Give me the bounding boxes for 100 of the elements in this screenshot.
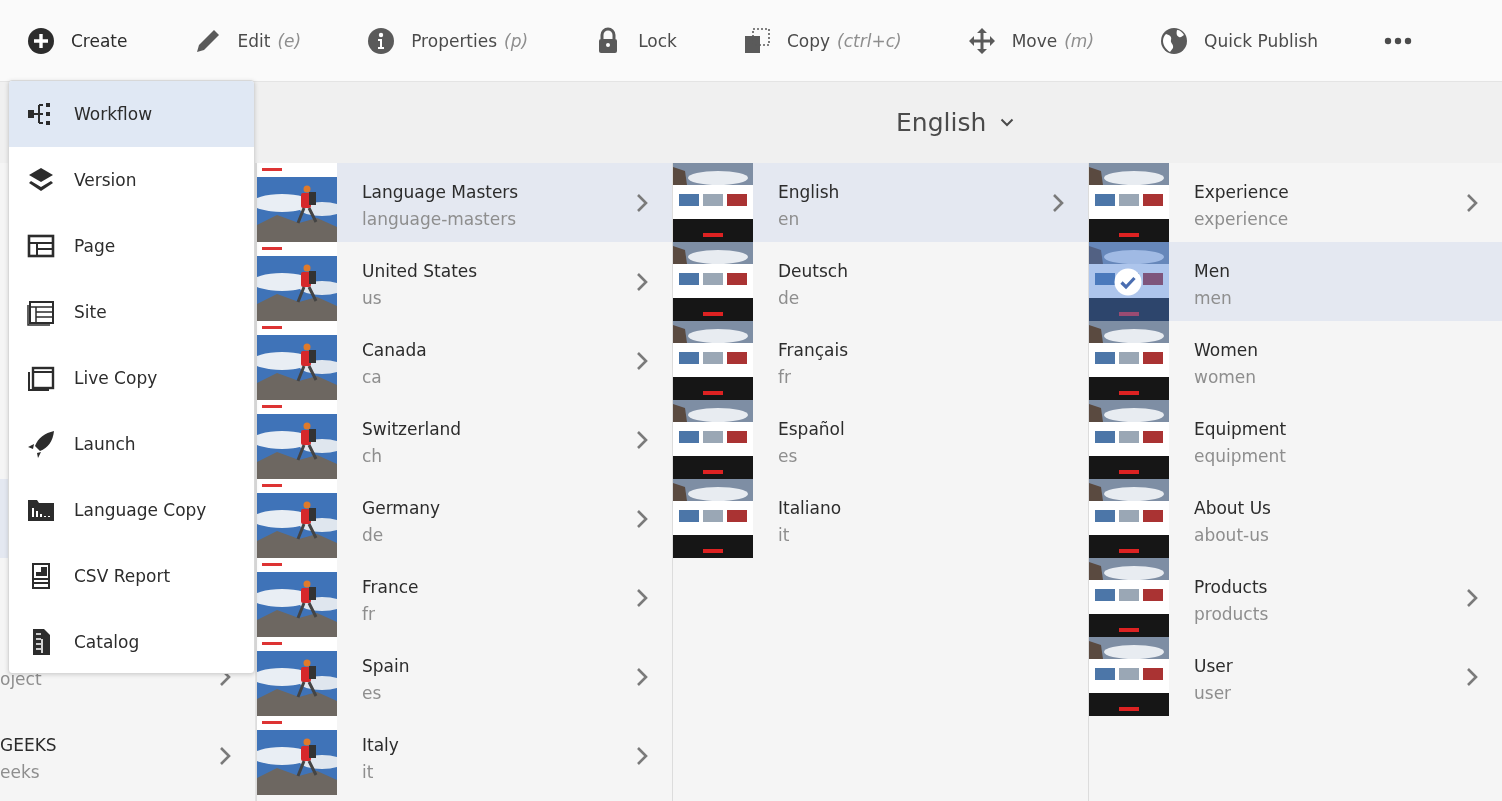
chevron-right-icon[interactable] (636, 271, 648, 292)
page-row[interactable]: Experience experience (1089, 163, 1502, 242)
page-name: user (1194, 681, 1233, 704)
page-row[interactable]: France fr (257, 558, 672, 637)
chevron-right-icon[interactable] (636, 429, 648, 450)
move-arrows-icon (967, 26, 996, 55)
page-name: es (362, 681, 383, 704)
page-title: Women (1194, 338, 1259, 361)
menu-item[interactable]: Workflow (9, 81, 254, 147)
page-title: Language Masters (362, 180, 520, 203)
chevron-right-icon[interactable] (1466, 587, 1478, 608)
page-row[interactable]: Equipment equipment (1089, 400, 1502, 479)
page-name: en (778, 207, 801, 230)
page-title: Products (1194, 575, 1269, 598)
location-dropdown[interactable]: English (896, 108, 1015, 137)
copy-button[interactable]: Copy (ctrl+c) (742, 26, 902, 55)
page-row[interactable]: Language Masters language-masters (257, 163, 672, 242)
page-row[interactable]: Women women (1089, 321, 1502, 400)
page-title: Equipment (1194, 417, 1288, 440)
page-row[interactable]: English en (673, 163, 1088, 242)
page-title: Canada (362, 338, 428, 361)
page-name: es (778, 444, 799, 467)
page-row[interactable]: Italiano it (673, 479, 1088, 558)
info-icon (367, 26, 396, 55)
page-title: Français (778, 338, 850, 361)
page-title: Spain (362, 654, 411, 677)
page-name: fr (362, 602, 376, 625)
page-title: Español (778, 417, 846, 440)
page-name: men (1194, 286, 1233, 309)
page-row[interactable]: Germany de (257, 479, 672, 558)
page-name: experience (1194, 207, 1290, 230)
page-icon (27, 232, 55, 260)
lock-button[interactable]: Lock (594, 26, 677, 55)
version-icon (27, 166, 55, 194)
menu-item[interactable]: Language Copy (9, 477, 254, 543)
page-row[interactable]: Español es (673, 400, 1088, 479)
page-row[interactable]: Français fr (673, 321, 1088, 400)
chevron-right-icon[interactable] (636, 350, 648, 371)
page-row[interactable]: Switzerland ch (257, 400, 672, 479)
page-row[interactable]: GEEKS eeks (0, 716, 255, 795)
page-row[interactable]: United States us (257, 242, 672, 321)
page-name: it (778, 523, 791, 546)
page-title: Experience (1194, 180, 1290, 203)
site-icon (27, 298, 55, 326)
menu-item[interactable]: Version (9, 147, 254, 213)
page-row[interactable]: Italy it (257, 716, 672, 795)
page-name: de (778, 286, 801, 309)
page-row[interactable]: User user (1089, 637, 1502, 716)
page-name: language-masters (362, 207, 518, 230)
page-name: de (362, 523, 385, 546)
page-row[interactable]: Canada ca (257, 321, 672, 400)
chevron-right-icon[interactable] (636, 192, 648, 213)
chevron-right-icon[interactable] (1052, 192, 1064, 213)
check-icon[interactable] (1114, 268, 1142, 296)
page-row[interactable]: Spain es (257, 637, 672, 716)
menu-item[interactable]: Page (9, 213, 254, 279)
plus-circle-icon (27, 26, 55, 55)
page-title: United States (362, 259, 479, 282)
page-row[interactable]: Products products (1089, 558, 1502, 637)
move-button[interactable]: Move (m) (967, 26, 1095, 55)
page-name: equipment (1194, 444, 1287, 467)
page-title: Germany (362, 496, 442, 519)
create-button[interactable]: Create (27, 26, 128, 55)
chevron-right-icon[interactable] (636, 666, 648, 687)
page-name: it (362, 760, 375, 783)
page-title: Deutsch (778, 259, 849, 282)
page-name: fr (778, 365, 792, 388)
page-title: About Us (1194, 496, 1272, 519)
properties-button[interactable]: Properties (p) (367, 26, 529, 55)
page-title: Men (1194, 259, 1231, 282)
menu-item[interactable]: CSV Report (9, 543, 254, 609)
chevron-right-icon[interactable] (636, 745, 648, 766)
chevron-right-icon[interactable] (636, 587, 648, 608)
chevron-down-icon (1000, 118, 1015, 127)
page-title: Switzerland (362, 417, 463, 440)
chevron-right-icon[interactable] (1466, 666, 1478, 687)
launch-icon (27, 430, 55, 458)
copy-icon (742, 26, 771, 55)
menu-item[interactable]: Site (9, 279, 254, 345)
page-name: us (362, 286, 383, 309)
page-name: women (1194, 365, 1258, 388)
menu-item[interactable]: Launch (9, 411, 254, 477)
page-title: Italiano (778, 496, 843, 519)
page-row[interactable]: Men men (1089, 242, 1502, 321)
page-name: about-us (1194, 523, 1270, 546)
globe-icon (1160, 26, 1189, 55)
chevron-right-icon[interactable] (636, 508, 648, 529)
page-row[interactable]: About Us about-us (1089, 479, 1502, 558)
edit-button[interactable]: Edit (e) (193, 26, 302, 55)
publish-button[interactable]: Quick Publish (1160, 26, 1319, 55)
chevron-right-icon[interactable] (1466, 192, 1478, 213)
page-row[interactable]: Deutsch de (673, 242, 1088, 321)
page-name: products (1194, 602, 1270, 625)
page-title: User (1194, 654, 1234, 677)
page-title: Italy (362, 733, 400, 756)
livecopy-icon (27, 364, 55, 392)
page-title: GEEKS (0, 733, 58, 756)
menu-item[interactable]: Live Copy (9, 345, 254, 411)
chevron-right-icon[interactable] (219, 745, 231, 766)
page-title: English (778, 180, 841, 203)
